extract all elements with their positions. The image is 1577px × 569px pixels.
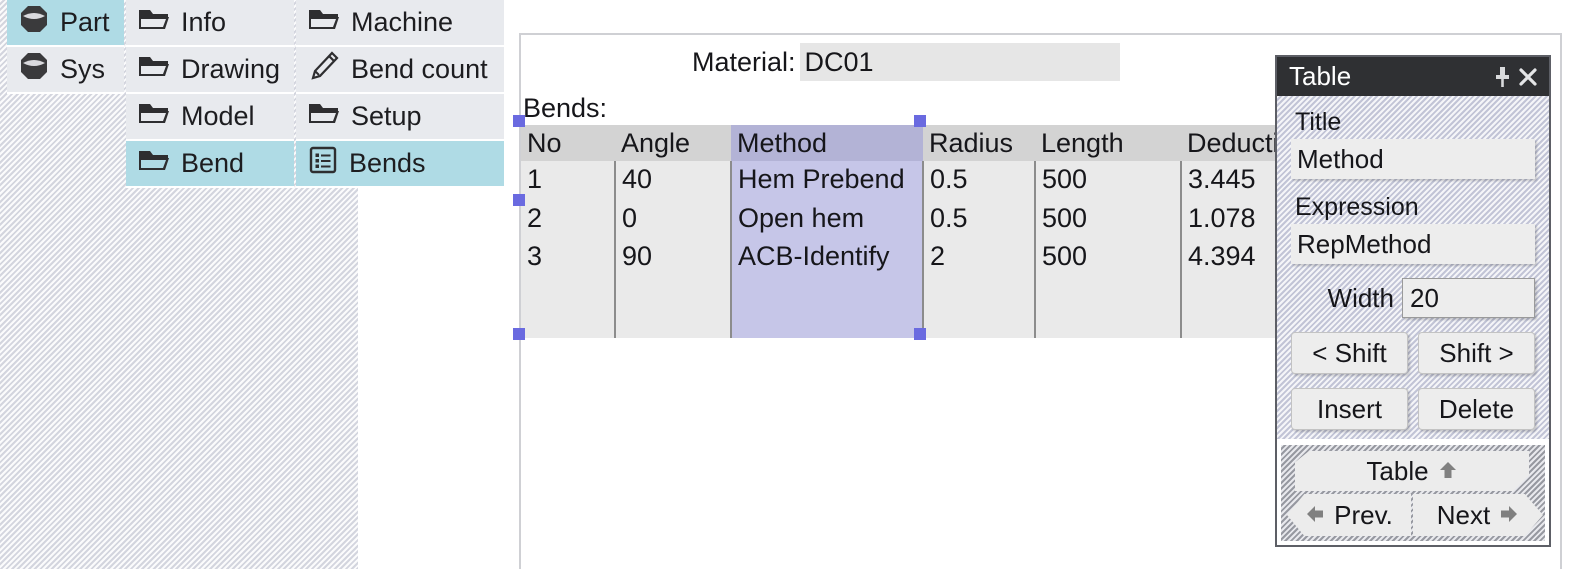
list-icon [308, 145, 338, 182]
arrow-left-icon [1305, 500, 1325, 531]
title-field-label: Title [1295, 108, 1342, 136]
material-label: Material: [692, 46, 796, 77]
column-header-method[interactable]: Method [731, 125, 923, 161]
cell-no[interactable]: 3 [521, 238, 615, 277]
shift-left-button[interactable]: < Shift [1291, 332, 1408, 374]
folder-icon [138, 5, 170, 40]
selection-handle-top-right[interactable] [914, 115, 926, 127]
cell-radius[interactable]: 2 [922, 238, 1035, 277]
cell-angle[interactable]: 40 [614, 161, 731, 200]
nav-item-label: Sys [60, 54, 106, 84]
cell-length[interactable]: 500 [1034, 238, 1181, 277]
navigator-column-middle: Info Drawing Model Bend [126, 0, 294, 188]
cell-no[interactable]: 1 [521, 161, 615, 200]
nav-item-model[interactable]: Model [126, 94, 294, 141]
panel-body: Title Expression Width < Shift Shift > [1277, 96, 1577, 439]
selection-handle-top-left[interactable] [513, 115, 525, 127]
selection-handle-mid-left[interactable] [513, 194, 525, 206]
nav-item-label: Bend count [351, 54, 488, 84]
cell-method[interactable]: ACB-Identify [730, 238, 923, 277]
panel-titlebar: Table [1277, 57, 1549, 96]
nav-item-label: Info [181, 7, 227, 37]
navigator-column-root: Part Sys [7, 0, 124, 94]
cell-angle[interactable]: 90 [614, 238, 731, 277]
pencil-icon [308, 51, 340, 88]
nav-item-label: Bends [349, 148, 426, 178]
shift-right-button[interactable]: Shift > [1418, 332, 1535, 374]
panel-navigation-strip: Table Prev. Next [1281, 445, 1545, 541]
next-button[interactable]: Next [1413, 494, 1543, 536]
shift-button-row: < Shift Shift > [1291, 332, 1535, 374]
folder-icon [308, 99, 340, 134]
nav-item-machine[interactable]: Machine [296, 0, 504, 47]
nav-item-bend[interactable]: Bend [126, 141, 294, 188]
pin-icon[interactable] [1489, 62, 1515, 92]
bends-label: Bends: [523, 93, 608, 123]
material-row: Material: DC01 [692, 43, 1120, 81]
panel-title-text: Table [1289, 61, 1352, 91]
table-nav-button[interactable]: Table [1295, 451, 1529, 491]
nav-item-part[interactable]: Part [7, 0, 124, 47]
folder-icon [308, 5, 340, 40]
material-value-field[interactable]: DC01 [799, 43, 1120, 81]
cell-length[interactable]: 500 [1034, 161, 1181, 200]
folder-icon [138, 146, 170, 181]
cell-method[interactable]: Open hem [730, 199, 923, 239]
nav-item-setup[interactable]: Setup [296, 94, 504, 141]
table-properties-panel: Table Title Expression Width [1275, 55, 1577, 547]
prev-button[interactable]: Prev. [1287, 494, 1411, 536]
nav-item-label: Drawing [181, 54, 281, 84]
nav-item-label: Model [181, 101, 255, 131]
expression-input[interactable] [1291, 224, 1535, 264]
cell-length[interactable]: 500 [1034, 199, 1181, 239]
column-header-radius[interactable]: Radius [923, 125, 1035, 161]
expression-field-label: Expression [1295, 193, 1419, 221]
part-icon [19, 4, 49, 41]
title-input[interactable] [1291, 139, 1535, 179]
arrow-right-icon [1499, 500, 1519, 531]
delete-button[interactable]: Delete [1418, 388, 1535, 430]
cell-angle[interactable]: 0 [614, 199, 731, 239]
column-header-no[interactable]: No [521, 125, 615, 161]
navigator-pane: Part Sys Info Drawing Model Bend Machine… [0, 0, 504, 569]
sys-icon [19, 51, 49, 88]
nav-item-label: Part [60, 7, 110, 37]
cell-radius[interactable]: 0.5 [922, 161, 1035, 200]
column-header-length[interactable]: Length [1035, 125, 1181, 161]
table-nav-label: Table [1366, 455, 1429, 486]
nav-item-drawing[interactable]: Drawing [126, 47, 294, 94]
cell-method[interactable]: Hem Prebend [730, 161, 923, 200]
nav-item-label: Setup [351, 101, 422, 131]
nav-item-bends[interactable]: Bends [296, 141, 504, 188]
selection-handle-bottom-right[interactable] [914, 328, 926, 340]
folder-icon [138, 99, 170, 134]
width-stepper[interactable] [1402, 278, 1577, 318]
nav-item-sys[interactable]: Sys [7, 47, 124, 94]
width-input[interactable] [1403, 282, 1577, 314]
next-label: Next [1436, 499, 1491, 530]
selection-handle-bottom-left[interactable] [513, 328, 525, 340]
insert-button[interactable]: Insert [1291, 388, 1408, 430]
nav-item-info[interactable]: Info [126, 0, 294, 47]
close-icon[interactable] [1515, 62, 1541, 92]
nav-item-label: Bend [181, 148, 245, 178]
nav-item-label: Machine [351, 7, 454, 37]
nav-item-bend-count[interactable]: Bend count [296, 47, 504, 94]
navigator-column-right: Machine Bend count Setup Bends [296, 0, 504, 188]
width-label: Width [1327, 282, 1394, 313]
column-header-angle[interactable]: Angle [615, 125, 731, 161]
arrow-up-icon [1438, 456, 1458, 487]
cell-no[interactable]: 2 [521, 199, 615, 239]
prev-label: Prev. [1334, 499, 1393, 530]
width-row: Width [1291, 278, 1577, 318]
insert-delete-button-row: Insert Delete [1291, 388, 1535, 430]
cell-radius[interactable]: 0.5 [922, 199, 1035, 239]
folder-icon [138, 52, 170, 87]
